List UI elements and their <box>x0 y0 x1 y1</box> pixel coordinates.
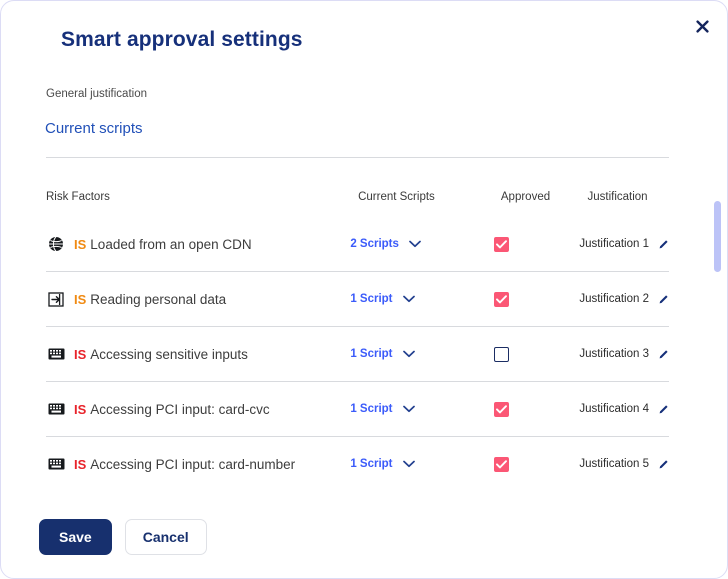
scripts-count-link[interactable]: 1 Script <box>350 403 392 415</box>
risk-factor-label: Reading personal data <box>90 291 227 307</box>
risk-factor-cell: IS Accessing sensitive inputs <box>46 344 333 364</box>
approved-cell <box>454 456 574 472</box>
scripts-count-link[interactable]: 1 Script <box>350 348 392 360</box>
globe-icon <box>46 234 66 254</box>
scrollbar-thumb[interactable] <box>714 201 721 272</box>
table-row: IS Accessing PCI input: card-cvc 1 Scrip… <box>46 381 669 436</box>
save-button[interactable]: Save <box>39 519 112 555</box>
pencil-icon[interactable] <box>658 459 669 470</box>
risk-severity-badge: IS <box>74 346 87 362</box>
chevron-down-icon[interactable] <box>402 295 415 303</box>
scripts-count-link[interactable]: 1 Script <box>350 293 392 305</box>
pencil-icon[interactable] <box>658 404 669 415</box>
pencil-icon[interactable] <box>658 349 669 360</box>
approved-cell <box>454 236 574 252</box>
justification-cell: Justification 4 <box>573 403 669 415</box>
justification-label: Justification 5 <box>579 458 649 470</box>
risk-severity-badge: IS <box>74 401 87 417</box>
risk-factor-cell: IS Loaded from an open CDN <box>46 234 333 254</box>
section-divider <box>46 157 669 158</box>
modal-footer: Save Cancel <box>39 519 207 555</box>
pencil-icon[interactable] <box>658 294 669 305</box>
justification-cell: Justification 5 <box>573 458 669 470</box>
scripts-cell: 1 Script <box>333 403 453 415</box>
scripts-count-link[interactable]: 1 Script <box>350 458 392 470</box>
scripts-cell: 1 Script <box>333 348 453 360</box>
justification-cell: Justification 1 <box>573 238 669 250</box>
risk-factor-label: Accessing PCI input: card-number <box>90 456 296 472</box>
approved-cell <box>454 401 574 417</box>
risk-severity-badge: IS <box>74 236 87 252</box>
page-title: Smart approval settings <box>61 28 303 51</box>
risk-factor-cell: IS Accessing PCI input: card-number <box>46 454 333 474</box>
chevron-down-icon[interactable] <box>402 350 415 358</box>
table-row: IS Reading personal data 1 Script Justif… <box>46 271 669 326</box>
close-icon[interactable] <box>691 15 713 37</box>
justification-label: Justification 2 <box>579 293 649 305</box>
scripts-count-link[interactable]: 2 Scripts <box>350 238 399 250</box>
risk-factor-cell: IS Accessing PCI input: card-cvc <box>46 399 333 419</box>
approved-cell <box>454 346 574 362</box>
risk-factor-label: Accessing PCI input: card-cvc <box>90 401 270 417</box>
keyboard-icon <box>46 344 66 364</box>
chevron-down-icon[interactable] <box>402 405 415 413</box>
risk-severity-badge: IS <box>74 291 87 307</box>
table-row: IS Accessing PCI input: card-number 1 Sc… <box>46 436 669 491</box>
keyboard-icon <box>46 454 66 474</box>
risk-factor-label: Accessing sensitive inputs <box>90 346 248 362</box>
table-row: IS Loaded from an open CDN 2 Scripts Jus… <box>46 217 669 271</box>
column-header-approved: Approved <box>500 191 551 203</box>
general-justification-label: General justification <box>46 88 147 100</box>
arrow-into-box-icon <box>46 289 66 309</box>
approved-checkbox[interactable] <box>493 346 509 362</box>
scripts-cell: 1 Script <box>333 293 453 305</box>
table-header-row: Risk Factors Current Scripts Approved Ju… <box>46 191 669 217</box>
keyboard-icon <box>46 399 66 419</box>
justification-label: Justification 1 <box>579 238 649 250</box>
approved-cell <box>454 291 574 307</box>
current-scripts-link[interactable]: Current scripts <box>45 120 143 137</box>
scripts-cell: 2 Scripts <box>333 238 453 250</box>
cancel-button[interactable]: Cancel <box>124 519 207 555</box>
column-header-risk-factors: Risk Factors <box>46 191 110 203</box>
approved-checkbox[interactable] <box>493 456 509 472</box>
risk-severity-badge: IS <box>74 456 87 472</box>
justification-cell: Justification 2 <box>573 293 669 305</box>
approved-checkbox[interactable] <box>493 236 509 252</box>
chevron-down-icon[interactable] <box>402 460 415 468</box>
pencil-icon[interactable] <box>658 239 669 250</box>
scrollbar-track[interactable] <box>713 13 723 566</box>
chevron-down-icon[interactable] <box>409 240 421 248</box>
column-header-current-scripts: Current Scripts <box>358 191 435 203</box>
approved-checkbox[interactable] <box>493 401 509 417</box>
justification-label: Justification 3 <box>579 348 649 360</box>
approved-checkbox[interactable] <box>493 291 509 307</box>
risk-factor-label: Loaded from an open CDN <box>90 236 252 252</box>
risk-factors-table: Risk Factors Current Scripts Approved Ju… <box>46 191 669 491</box>
table-row: IS Accessing sensitive inputs 1 Script J… <box>46 326 669 381</box>
smart-approval-settings-modal: Smart approval settings General justific… <box>0 0 728 579</box>
column-header-justification: Justification <box>587 191 648 203</box>
justification-cell: Justification 3 <box>573 348 669 360</box>
justification-label: Justification 4 <box>579 403 649 415</box>
risk-factor-cell: IS Reading personal data <box>46 289 333 309</box>
scripts-cell: 1 Script <box>333 458 453 470</box>
